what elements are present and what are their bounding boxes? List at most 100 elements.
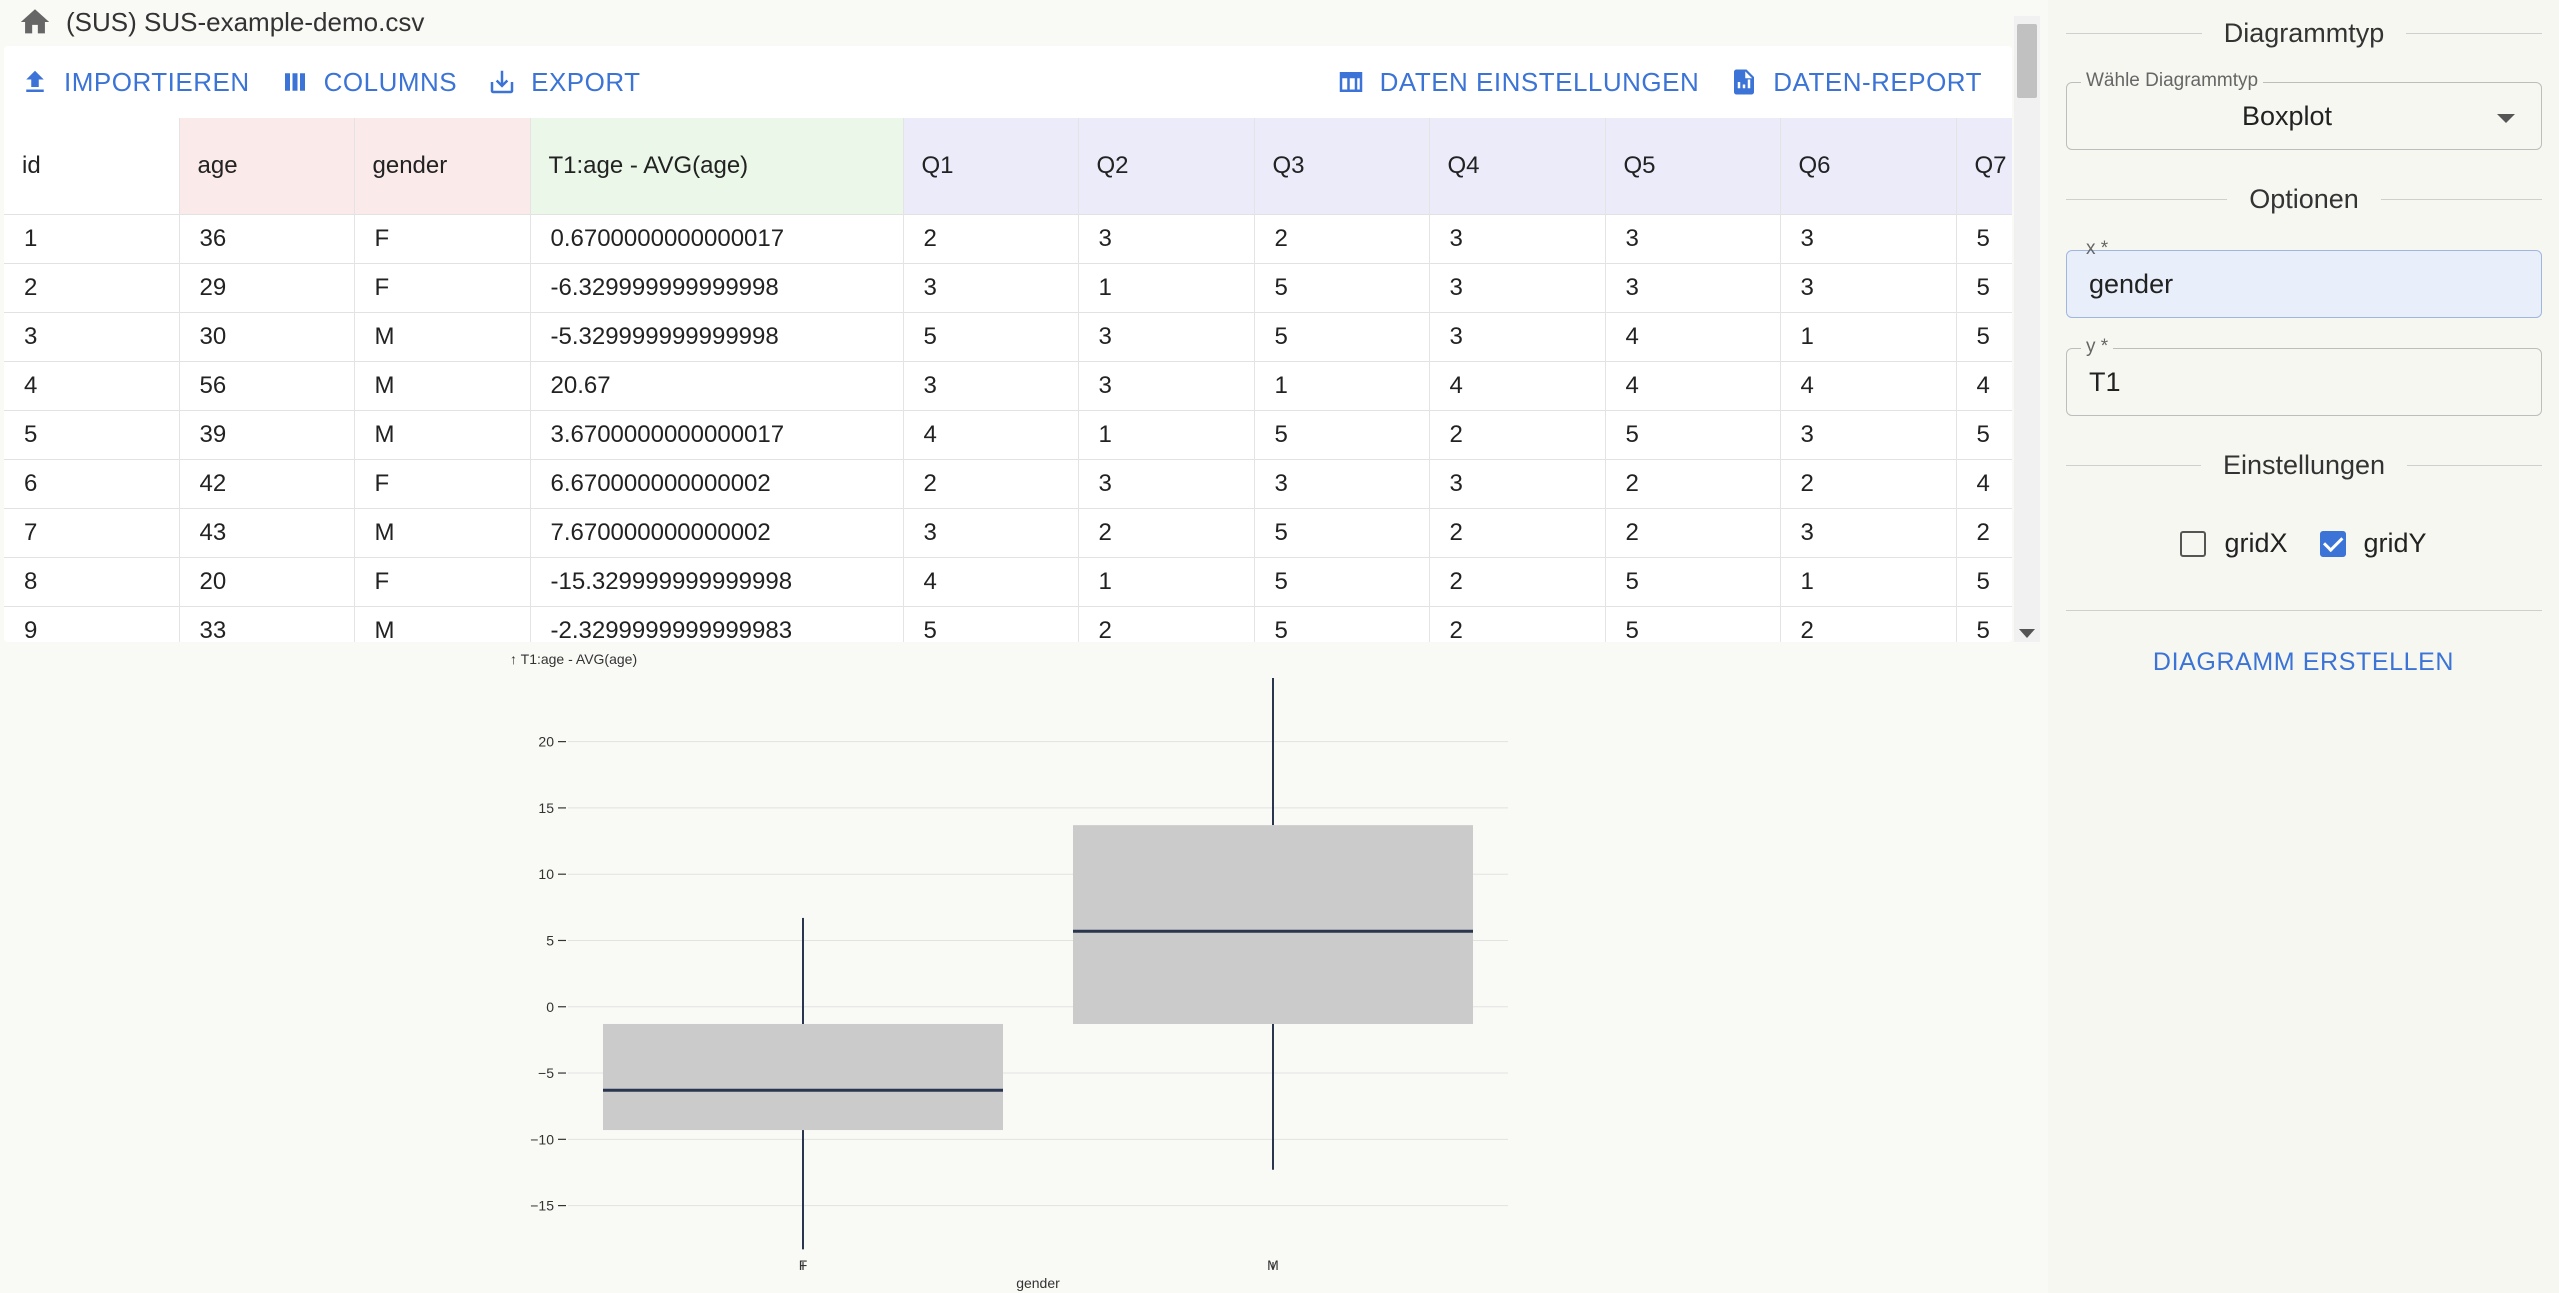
table-cell[interactable]: 3 <box>1780 507 1957 557</box>
column-header[interactable]: Q5 <box>1605 118 1781 214</box>
table-cell[interactable]: M <box>354 360 531 410</box>
table-cell[interactable]: 2 <box>1078 507 1255 557</box>
table-cell[interactable]: 5 <box>1956 556 2012 606</box>
table-cell[interactable]: 4 <box>1429 360 1606 410</box>
table-cell[interactable]: 3 <box>1429 458 1606 508</box>
gridx-checkbox[interactable]: gridX <box>2180 528 2288 559</box>
table-cell[interactable]: 4 <box>1956 458 2012 508</box>
gridy-checkbox[interactable]: gridY <box>2319 528 2427 559</box>
table-cell[interactable]: 2 <box>1605 458 1781 508</box>
table-row[interactable]: 9 33 M -2.3299999999999983 5 2 5 2 5 2 5 <box>4 605 2012 642</box>
table-cell[interactable]: 5 <box>1254 311 1430 361</box>
table-cell[interactable]: 3 <box>1780 409 1957 459</box>
table-cell[interactable]: 7 <box>4 507 180 557</box>
table-cell[interactable]: 6 <box>4 458 180 508</box>
table-cell[interactable]: 2 <box>1780 605 1957 642</box>
table-cell[interactable]: M <box>354 409 531 459</box>
table-cell[interactable]: 3 <box>1605 262 1781 312</box>
table-row[interactable]: 5 39 M 3.6700000000000017 4 1 5 2 5 3 5 <box>4 409 2012 459</box>
table-cell[interactable]: 2 <box>4 262 180 312</box>
table-row[interactable]: 4 56 M 20.67 3 3 1 4 4 4 4 <box>4 360 2012 410</box>
table-cell[interactable]: 2 <box>1429 409 1606 459</box>
table-cell[interactable]: 5 <box>903 311 1079 361</box>
table-cell[interactable]: F <box>354 262 531 312</box>
table-cell[interactable]: F <box>354 213 531 263</box>
table-cell[interactable]: M <box>354 605 531 642</box>
table-cell[interactable]: 6.670000000000002 <box>530 458 904 508</box>
table-cell[interactable]: F <box>354 458 531 508</box>
table-cell[interactable]: 0.6700000000000017 <box>530 213 904 263</box>
table-cell[interactable]: 3 <box>1780 213 1957 263</box>
table-cell[interactable]: 29 <box>179 262 355 312</box>
data-settings-button[interactable]: DATEN EINSTELLUNGEN <box>1336 67 1700 98</box>
column-header[interactable]: Q7 <box>1956 118 2012 214</box>
table-cell[interactable]: 3 <box>903 507 1079 557</box>
columns-button[interactable]: COLUMNS <box>280 67 458 98</box>
table-cell[interactable]: 4 <box>1780 360 1957 410</box>
table-cell[interactable]: 4 <box>903 409 1079 459</box>
table-cell[interactable]: -2.3299999999999983 <box>530 605 904 642</box>
table-cell[interactable]: 5 <box>1956 409 2012 459</box>
column-header[interactable]: Q4 <box>1429 118 1606 214</box>
table-cell[interactable]: 3 <box>4 311 180 361</box>
table-cell[interactable]: 1 <box>1780 556 1957 606</box>
checkbox-unchecked-icon[interactable] <box>2180 530 2207 557</box>
table-cell[interactable]: 5 <box>1956 213 2012 263</box>
scroll-down-arrow-icon[interactable] <box>2019 629 2035 638</box>
table-cell[interactable]: 2 <box>1956 507 2012 557</box>
table-row[interactable]: 8 20 F -15.329999999999998 4 1 5 2 5 1 5 <box>4 556 2012 606</box>
table-cell[interactable]: 1 <box>1780 311 1957 361</box>
table-cell[interactable]: 5 <box>1956 262 2012 312</box>
data-report-button[interactable]: DATEN-REPORT <box>1729 67 1982 98</box>
y-axis-field[interactable]: y * T1 <box>2066 336 2542 416</box>
table-cell[interactable]: 2 <box>1254 213 1430 263</box>
table-cell[interactable]: 56 <box>179 360 355 410</box>
table-cell[interactable]: 39 <box>179 409 355 459</box>
table-cell[interactable]: 3 <box>1429 262 1606 312</box>
table-cell[interactable]: 5 <box>1605 556 1781 606</box>
table-cell[interactable]: 5 <box>1254 409 1430 459</box>
table-cell[interactable]: 3 <box>903 262 1079 312</box>
column-header[interactable]: id <box>4 118 180 214</box>
table-cell[interactable]: 20 <box>179 556 355 606</box>
table-cell[interactable]: 8 <box>4 556 180 606</box>
table-cell[interactable]: 3 <box>1078 360 1255 410</box>
table-cell[interactable]: 20.67 <box>530 360 904 410</box>
table-row[interactable]: 7 43 M 7.670000000000002 3 2 5 2 2 3 2 <box>4 507 2012 557</box>
table-cell[interactable]: 43 <box>179 507 355 557</box>
table-row[interactable]: 3 30 M -5.329999999999998 5 3 5 3 4 1 5 <box>4 311 2012 361</box>
scrollbar-thumb[interactable] <box>2017 24 2037 98</box>
table-cell[interactable]: -15.329999999999998 <box>530 556 904 606</box>
table-cell[interactable]: 5 <box>1254 507 1430 557</box>
table-cell[interactable]: 7.670000000000002 <box>530 507 904 557</box>
table-cell[interactable]: F <box>354 556 531 606</box>
table-cell[interactable]: 2 <box>1429 605 1606 642</box>
export-button[interactable]: EXPORT <box>487 67 640 98</box>
table-cell[interactable]: 3 <box>1078 213 1255 263</box>
table-cell[interactable]: 5 <box>1956 605 2012 642</box>
dropdown-arrow-icon[interactable] <box>2497 114 2515 123</box>
column-header[interactable]: Q2 <box>1078 118 1255 214</box>
table-cell[interactable]: 1 <box>1254 360 1430 410</box>
table-cell[interactable]: 2 <box>903 458 1079 508</box>
table-cell[interactable]: 1 <box>1078 556 1255 606</box>
table-cell[interactable]: 5 <box>1605 605 1781 642</box>
table-cell[interactable]: -6.329999999999998 <box>530 262 904 312</box>
table-cell[interactable]: 5 <box>4 409 180 459</box>
table-cell[interactable]: 4 <box>4 360 180 410</box>
table-cell[interactable]: 3 <box>1078 458 1255 508</box>
table-row[interactable]: 2 29 F -6.329999999999998 3 1 5 3 3 3 5 <box>4 262 2012 312</box>
checkbox-checked-icon[interactable] <box>2319 530 2346 557</box>
column-header[interactable]: age <box>179 118 355 214</box>
table-cell[interactable]: 2 <box>1429 556 1606 606</box>
column-header[interactable]: Q1 <box>903 118 1079 214</box>
table-cell[interactable]: 33 <box>179 605 355 642</box>
table-row[interactable]: 1 36 F 0.6700000000000017 2 3 2 3 3 3 5 <box>4 213 2012 263</box>
table-cell[interactable]: 3 <box>1078 311 1255 361</box>
table-cell[interactable]: 2 <box>1605 507 1781 557</box>
table-scrollbar[interactable] <box>2014 16 2040 642</box>
table-cell[interactable]: 2 <box>1429 507 1606 557</box>
x-axis-field[interactable]: x * gender <box>2066 238 2542 318</box>
table-cell[interactable]: 3 <box>903 360 1079 410</box>
table-cell[interactable]: M <box>354 311 531 361</box>
